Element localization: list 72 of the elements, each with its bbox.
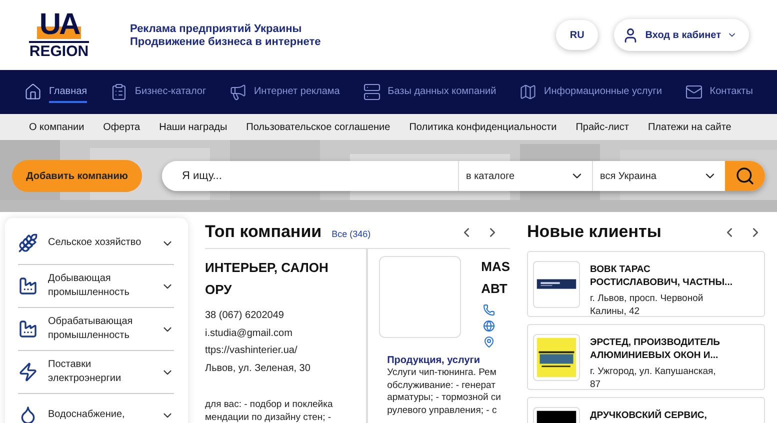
company-name: MAS	[481, 258, 510, 276]
envelope-icon	[684, 83, 703, 101]
client-card[interactable]: ДРУЧКОВСКИЙ СЕРВИС,	[527, 397, 765, 423]
description-text: Услуги чип-тюнинга. Рем	[387, 367, 498, 380]
category-item[interactable]: Поставки электроэнергии	[18, 351, 174, 394]
wheat-icon	[18, 233, 38, 253]
login-button[interactable]: Вход в кабинет	[614, 19, 749, 51]
description-text: обслуживание: - генерат	[387, 380, 496, 392]
lightning-icon	[18, 362, 38, 382]
description-text: рулевого управления; - с	[387, 404, 498, 417]
search-button[interactable]	[725, 161, 765, 191]
nav-link[interactable]: Бизнес-каталог	[110, 70, 206, 114]
nav-link[interactable]: Информационные услуги	[519, 70, 662, 114]
description-text: для вас: - подбор и поклейка	[205, 399, 334, 412]
client-card[interactable]: ЭРСТЕД, ПРОИЗВОДИТЕЛЬ АЛЮМИНИЕВЫХ ОКОН И... г. Ужгород, ул. Капушанская, 87	[527, 324, 765, 390]
pin-icon	[483, 336, 496, 348]
menu-link[interactable]: Прайс-лист	[576, 122, 629, 132]
client-address: г. Львов, просп. Червоной	[590, 292, 704, 305]
category-item[interactable]: Обрабатывающая промышленность	[18, 308, 174, 351]
client-name: АЛЮМИНИЕВЫХ ОКОН И...	[590, 349, 720, 362]
category-item[interactable]: Сельское хозяйство	[18, 222, 174, 265]
section-title: Продукция, услуги	[387, 355, 482, 366]
contact-text: i.studia@gmail.com	[205, 326, 294, 340]
menu-link[interactable]: Пользовательское соглашение	[246, 122, 390, 132]
client-address: г. Ужгород, ул. Капушанская,	[590, 365, 717, 378]
server-icon	[362, 83, 381, 101]
description-text: арматуры; - тормозной си	[387, 392, 502, 404]
factory-icon	[18, 319, 38, 339]
search-field[interactable]: Я ищу... в каталоге вся Украина	[162, 161, 765, 191]
home-icon	[24, 83, 42, 101]
menu-link[interactable]: О компании	[29, 122, 84, 132]
menu-link[interactable]: Оферта	[103, 122, 140, 132]
tagline-text: Продвижение бизнеса в интернете	[130, 36, 322, 48]
factory-icon	[18, 276, 38, 296]
section-heading: Новые клиенты	[527, 222, 662, 242]
add-company-button[interactable]: Добавить компанию	[12, 160, 142, 192]
map-icon	[519, 83, 538, 101]
search-icon	[735, 166, 755, 186]
contact-text: ttps://vashinterier.ua/	[205, 344, 298, 358]
company-card[interactable]: ИНТЕРЬЕР, САЛОН ОРУ 38 (067) 6202049 i.studia@gmail.com ttps://vashinterier.ua/ Львов, ул. Зеленая, 30 для вас: - подбор и поклейка мендации по дизайну стен; -	[205, 248, 368, 423]
company-name: ИНТЕРЬЕР, САЛОН	[205, 259, 330, 277]
menu-link[interactable]: Наши награды	[159, 122, 228, 132]
client-name: ДРУЧКОВСКИЙ СЕРВИС,	[590, 409, 707, 422]
client-address: Калины, 42	[590, 305, 641, 318]
client-name: РОСТИСЛАВОВИЧ, ЧАСТНЫ...	[590, 276, 732, 289]
client-name: ВОВК ТАРАС	[590, 263, 652, 276]
nav-link[interactable]: Главная	[24, 70, 88, 114]
clipboard-icon	[110, 83, 128, 101]
tagline-text: Реклама предприятий Украины	[130, 22, 303, 34]
megaphone-icon	[228, 83, 247, 101]
category-item[interactable]: Добывающая промышленность	[18, 265, 174, 308]
contact-text: 38 (067) 6202049	[205, 309, 285, 323]
menu-link[interactable]: Платежи на сайте	[648, 122, 732, 132]
all-link[interactable]: Все (346)	[332, 228, 456, 238]
client-name: ЭРСТЕД, ПРОИЗВОДИТЕЛЬ	[590, 336, 720, 349]
language-button[interactable]: RU	[556, 20, 598, 50]
phone-icon	[483, 304, 496, 316]
company-name: АВТ	[481, 280, 508, 298]
category-item[interactable]: Водоснабжение,	[18, 394, 174, 423]
nav-link[interactable]: Интернет реклама	[228, 70, 340, 114]
scope-dropdown[interactable]: в каталоге	[458, 161, 592, 191]
globe-icon	[483, 320, 496, 332]
description-text: мендации по дизайну стен; -	[205, 412, 332, 423]
company-card[interactable]: MAS АВТ Продукция, услуги Услуги чип-тюнинга. Рем обслуживание: - генерат арматуры; - тормозной си рулевого управления; - с	[367, 248, 510, 423]
nav-link[interactable]: Контакты	[684, 70, 753, 114]
section-heading: Топ компании	[205, 222, 322, 242]
menu-link[interactable]: Политика конфиденциальности	[409, 122, 557, 132]
company-name: ОРУ	[205, 281, 233, 299]
nav-link[interactable]: Базы данных компаний	[362, 70, 496, 114]
client-address: 87	[590, 378, 602, 391]
client-card[interactable]: ВОВК ТАРАС РОСТИСЛАВОВИЧ, ЧАСТНЫ... г. Львов, просп. Червоной Калины, 42	[527, 251, 765, 317]
contact-text: Львов, ул. Зеленая, 30	[205, 362, 312, 376]
